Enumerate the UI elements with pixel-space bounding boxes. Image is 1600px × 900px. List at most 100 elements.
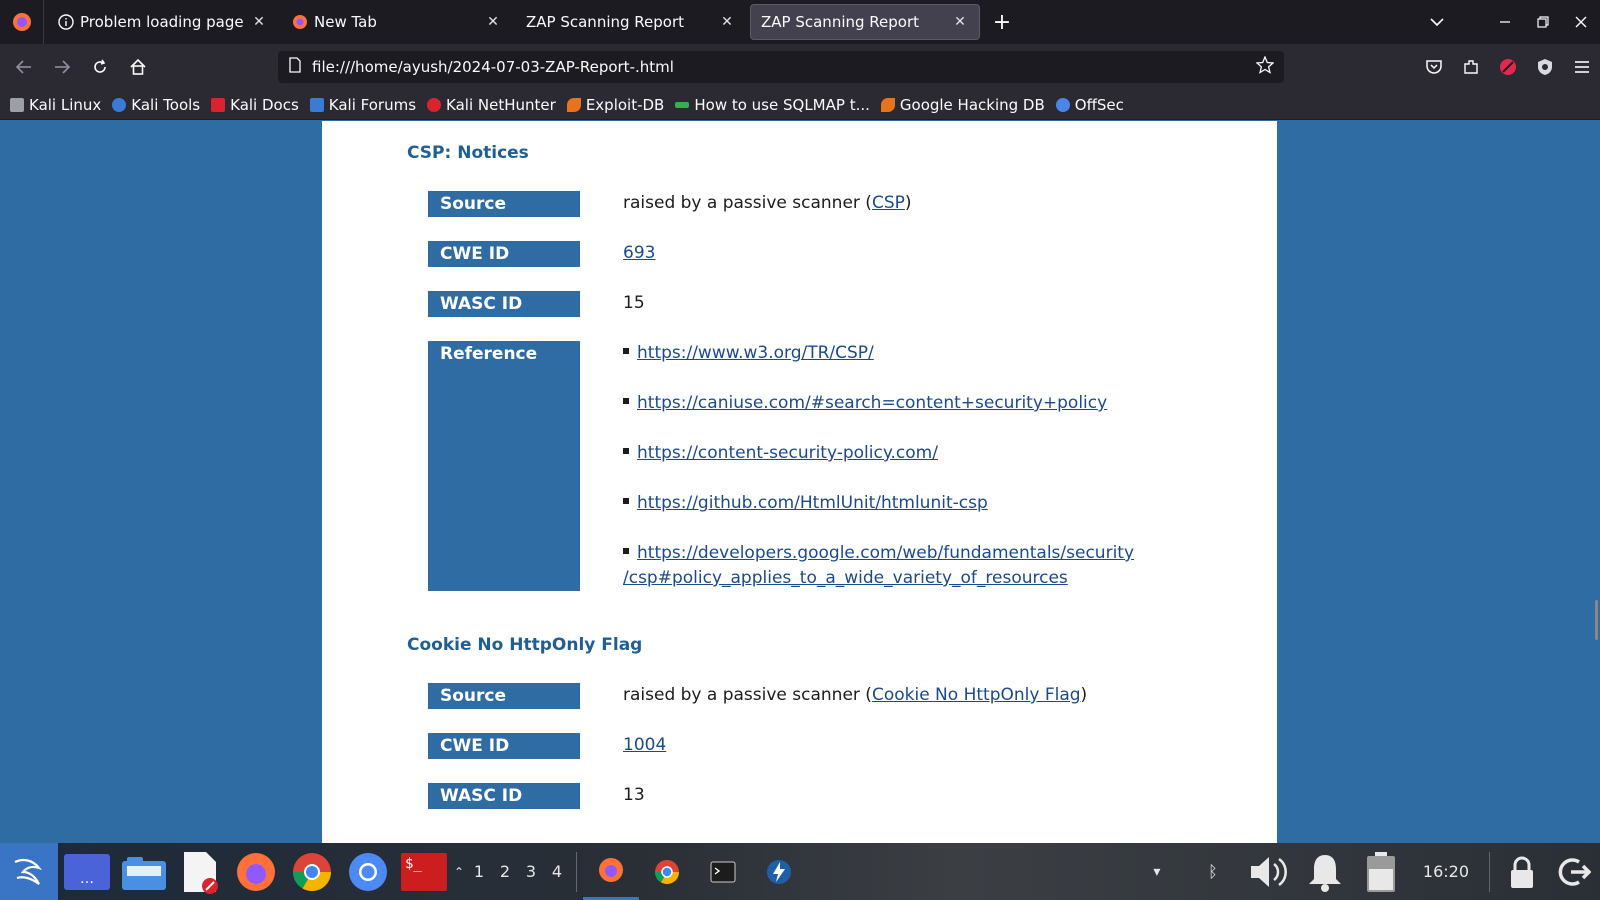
tab-zap-report-2[interactable]: ZAP Scanning Report ✕	[750, 4, 980, 40]
new-tab-button[interactable]: +	[986, 6, 1018, 38]
bullet	[623, 398, 629, 404]
offsec-icon	[1055, 97, 1070, 112]
page-icon	[288, 57, 302, 77]
bullet	[623, 348, 629, 354]
reference-label: Reference	[428, 341, 580, 591]
tab-strip: Problem loading page ✕ New Tab ✕ ZAP Sca…	[0, 0, 1600, 44]
cwe-link[interactable]: 1004	[623, 735, 666, 755]
source-label: Source	[428, 191, 580, 217]
bookmarks-toolbar: Kali Linux Kali Tools Kali Docs Kali For…	[0, 90, 1600, 120]
terminal-window-button[interactable]	[695, 843, 751, 900]
clock[interactable]: 16:20	[1423, 862, 1469, 881]
reference-link[interactable]: https://content-security-policy.com/	[637, 443, 938, 463]
reference-link[interactable]: https://www.w3.org/TR/CSP/	[637, 343, 874, 363]
bullet	[623, 498, 629, 504]
home-icon[interactable]	[120, 51, 156, 83]
terminal-emulator-icon[interactable]: $_	[396, 843, 452, 900]
close-icon[interactable]: ✕	[484, 14, 502, 30]
tab-zap-report-1[interactable]: ZAP Scanning Report ✕	[516, 4, 746, 40]
source-suffix: )	[904, 193, 912, 213]
page-scrollbar[interactable]	[1595, 600, 1598, 640]
reference-link[interactable]: https://caniuse.com/#search=content+secu…	[637, 393, 1107, 413]
firefox-launcher-icon[interactable]	[228, 843, 284, 900]
text-editor-icon[interactable]	[172, 843, 228, 900]
address-bar[interactable]: file:///home/ayush/2024-07-03-ZAP-Report…	[278, 51, 1284, 83]
bookmark-kali-tools[interactable]: Kali Tools	[112, 96, 200, 114]
volume-icon[interactable]	[1241, 843, 1297, 900]
tab-title: Problem loading page	[80, 13, 244, 31]
bookmark-google-hacking-db[interactable]: Google Hacking DB	[880, 95, 1045, 114]
cwe-link[interactable]: 693	[623, 243, 655, 263]
list-tabs-icon[interactable]	[1418, 0, 1456, 44]
close-icon[interactable]: ✕	[951, 14, 969, 30]
reference-link[interactable]: https://developers.google.com/web/fundam…	[637, 543, 1134, 563]
source-value: raised by a passive scanner (Cookie No H…	[623, 685, 1087, 705]
terminal-prompt-glyph: $_	[401, 852, 447, 891]
file-manager-icon[interactable]	[116, 843, 172, 900]
chevron-up-icon[interactable]: ⌃	[452, 843, 466, 900]
tab-title: New Tab	[314, 13, 377, 31]
workspace-3[interactable]: 3	[518, 843, 544, 900]
forward-icon[interactable]	[44, 51, 80, 83]
bookmark-kali-nethunter[interactable]: Kali NetHunter	[427, 96, 556, 114]
bookmark-exploit-db[interactable]: Exploit-DB	[566, 96, 664, 114]
report-page: CSP: Notices Source raised by a passive …	[322, 121, 1277, 843]
source-link[interactable]: CSP	[872, 193, 905, 213]
source-prefix: raised by a passive scanner (	[623, 685, 872, 705]
close-icon[interactable]: ✕	[718, 14, 736, 30]
firefox-window-button[interactable]	[583, 843, 639, 900]
show-desktop-icon[interactable]: …	[58, 843, 116, 900]
network-icon[interactable]: ▾	[1129, 843, 1185, 900]
reference-link[interactable]: /csp#policy_applies_to_a_wide_variety_of…	[623, 568, 1068, 588]
lock-screen-icon[interactable]	[1496, 843, 1548, 900]
pocket-icon[interactable]	[1415, 44, 1452, 90]
chrome-launcher-icon[interactable]	[284, 843, 340, 900]
bookmark-sqlmap[interactable]: How to use SQLMAP t...	[675, 96, 870, 114]
source-link[interactable]: Cookie No HttpOnly Flag	[872, 685, 1081, 705]
bookmark-kali-docs[interactable]: Kali Docs	[211, 96, 299, 114]
zap-window-button[interactable]	[751, 843, 807, 900]
chromium-launcher-icon[interactable]	[340, 843, 396, 900]
kali-menu-icon[interactable]	[0, 843, 58, 900]
battery-icon[interactable]	[1353, 843, 1409, 900]
firefox-menu-icon[interactable]	[0, 0, 44, 44]
tab-title: ZAP Scanning Report	[761, 13, 920, 31]
url-text[interactable]: file:///home/ayush/2024-07-03-ZAP-Report…	[312, 58, 1256, 76]
bookmark-kali-forums[interactable]: Kali Forums	[309, 96, 416, 114]
blocker-extension-icon[interactable]	[1489, 44, 1526, 90]
firefox-icon	[292, 14, 308, 30]
bookmark-star-icon[interactable]	[1255, 55, 1275, 78]
reference-item: https://developers.google.com/web/fundam…	[623, 543, 1134, 563]
bookmark-kali-linux[interactable]: Kali Linux	[10, 96, 101, 114]
workspace-2[interactable]: 2	[492, 843, 518, 900]
back-icon[interactable]	[6, 51, 42, 83]
hamburger-menu-icon[interactable]	[1563, 44, 1600, 90]
bookmark-offsec[interactable]: OffSec	[1055, 96, 1124, 114]
tab-new-tab[interactable]: New Tab ✕	[282, 4, 512, 40]
alert-title: Cookie No HttpOnly Flag	[407, 635, 643, 655]
bookmark-label: Kali Linux	[29, 95, 102, 114]
reload-icon[interactable]	[82, 51, 118, 83]
minimize-icon[interactable]	[1486, 0, 1524, 44]
tab-problem-loading[interactable]: Problem loading page ✕	[48, 4, 278, 40]
workspace-4[interactable]: 4	[544, 843, 570, 900]
navigation-toolbar: file:///home/ayush/2024-07-03-ZAP-Report…	[0, 44, 1600, 90]
extensions-icon[interactable]	[1452, 44, 1489, 90]
bullet	[623, 548, 629, 554]
logout-icon[interactable]	[1548, 843, 1600, 900]
bluetooth-icon[interactable]: ᛒ	[1185, 843, 1241, 900]
notifications-bell-icon[interactable]	[1297, 843, 1353, 900]
bullet	[623, 448, 629, 454]
close-window-icon[interactable]	[1562, 0, 1600, 44]
workspace-1[interactable]: 1	[466, 843, 492, 900]
bookmark-label: Kali Tools	[131, 95, 201, 114]
shield-extension-icon[interactable]	[1526, 44, 1563, 90]
reference-link[interactable]: https://github.com/HtmlUnit/htmlunit-csp	[637, 493, 988, 513]
source-prefix: raised by a passive scanner (	[623, 193, 872, 213]
chrome-window-button[interactable]	[639, 843, 695, 900]
bookmark-label: Google Hacking DB	[899, 95, 1045, 114]
restore-icon[interactable]	[1524, 0, 1562, 44]
close-icon[interactable]: ✕	[250, 14, 268, 30]
source-suffix: )	[1080, 685, 1088, 705]
source-value: raised by a passive scanner (CSP)	[623, 193, 912, 213]
